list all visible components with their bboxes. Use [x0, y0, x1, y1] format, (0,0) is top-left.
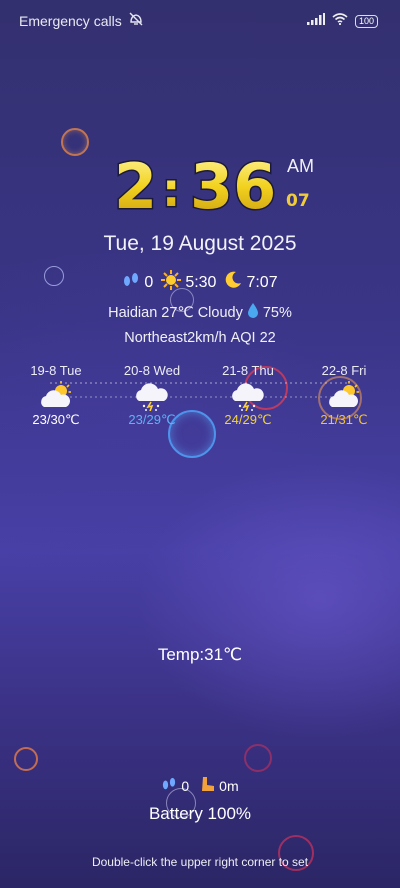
footer-steps: 0	[181, 777, 190, 794]
forecast-temp: 23/30℃	[32, 412, 80, 427]
signal-icon	[306, 12, 325, 30]
moon-icon	[224, 271, 242, 294]
steps-distance-row: 0 0m	[0, 776, 400, 795]
clock-ampm: AM	[287, 156, 314, 176]
clock-hours: 2	[114, 150, 157, 220]
forecast-day-4: 22-8 Fri 21/31℃	[298, 363, 390, 428]
battery-text: Battery 100%	[148, 804, 252, 823]
footprints-icon	[122, 272, 140, 293]
forecast-date: 19-8 Tue	[30, 363, 82, 378]
thunderstorm-icon	[202, 381, 294, 412]
settings-hint[interactable]: Double-click the upper right corner to s…	[0, 855, 400, 869]
status-right: 100	[306, 12, 378, 30]
bubble-decoration	[61, 128, 89, 156]
current-temp-small: 27℃	[161, 304, 194, 321]
partly-cloudy-sun-icon	[10, 381, 102, 411]
condition-label: Cloudy	[197, 304, 243, 321]
humidity-value: 75%	[262, 304, 292, 321]
forecast-date: 20-8 Wed	[123, 363, 181, 378]
forecast-date: 22-8 Fri	[321, 363, 367, 378]
forecast-date: 21-8 Thu	[222, 363, 274, 378]
clock-display: 2 : 36	[112, 149, 282, 225]
location-label: Haidian	[108, 304, 158, 321]
wind-direction: Northeast	[124, 330, 188, 346]
forecast-day-1: 19-8 Tue 23/30℃	[10, 363, 102, 428]
sun-icon	[161, 270, 182, 295]
bubble-decoration	[14, 747, 38, 771]
clock-digits: 2 : 36	[113, 149, 278, 225]
current-temperature: Temp:31℃	[157, 645, 243, 664]
clock-minutes: 36	[190, 150, 276, 220]
astro-row: 0 5:30 7:07	[0, 270, 400, 295]
steps-count: 0	[144, 273, 154, 291]
emergency-calls-label: Emergency calls	[19, 12, 122, 29]
wind-speed: 2km/h	[187, 330, 227, 346]
sunset-time: 7:07	[246, 273, 278, 291]
forecast-day-3: 21-8 Thu 24/29℃	[202, 363, 294, 428]
alarm-off-icon	[128, 12, 144, 29]
status-left: Emergency calls	[19, 12, 144, 29]
footer-distance: 0m	[219, 777, 239, 794]
clock-colon: :	[162, 163, 180, 217]
forecast-temp: 23/29℃	[128, 412, 176, 427]
wifi-icon	[332, 12, 348, 30]
bubble-decoration	[244, 744, 272, 772]
forecast-temp: 21/31℃	[320, 412, 368, 427]
forecast-temp: 24/29℃	[224, 412, 272, 427]
battery-indicator: 100	[354, 14, 378, 28]
aqi-value: AQI 22	[230, 330, 276, 346]
droplet-icon	[247, 303, 259, 322]
sunrise-time: 5:30	[185, 273, 217, 291]
status-bar: Emergency calls 100	[0, 0, 400, 40]
weather-summary: Haidian 27℃ Cloudy 75%	[0, 303, 400, 322]
thunderstorm-icon	[106, 381, 198, 412]
foot-icon	[199, 776, 215, 795]
forecast-day-2: 20-8 Wed 23/29℃	[106, 363, 198, 428]
wind-aqi-row: Northeast 2km/h AQI 22	[0, 330, 400, 346]
partly-cloudy-sun-icon	[298, 381, 390, 411]
clock-seconds: 07	[286, 191, 310, 211]
date-label: Tue, 19 August 2025	[103, 232, 297, 255]
footprints-icon	[161, 777, 177, 794]
